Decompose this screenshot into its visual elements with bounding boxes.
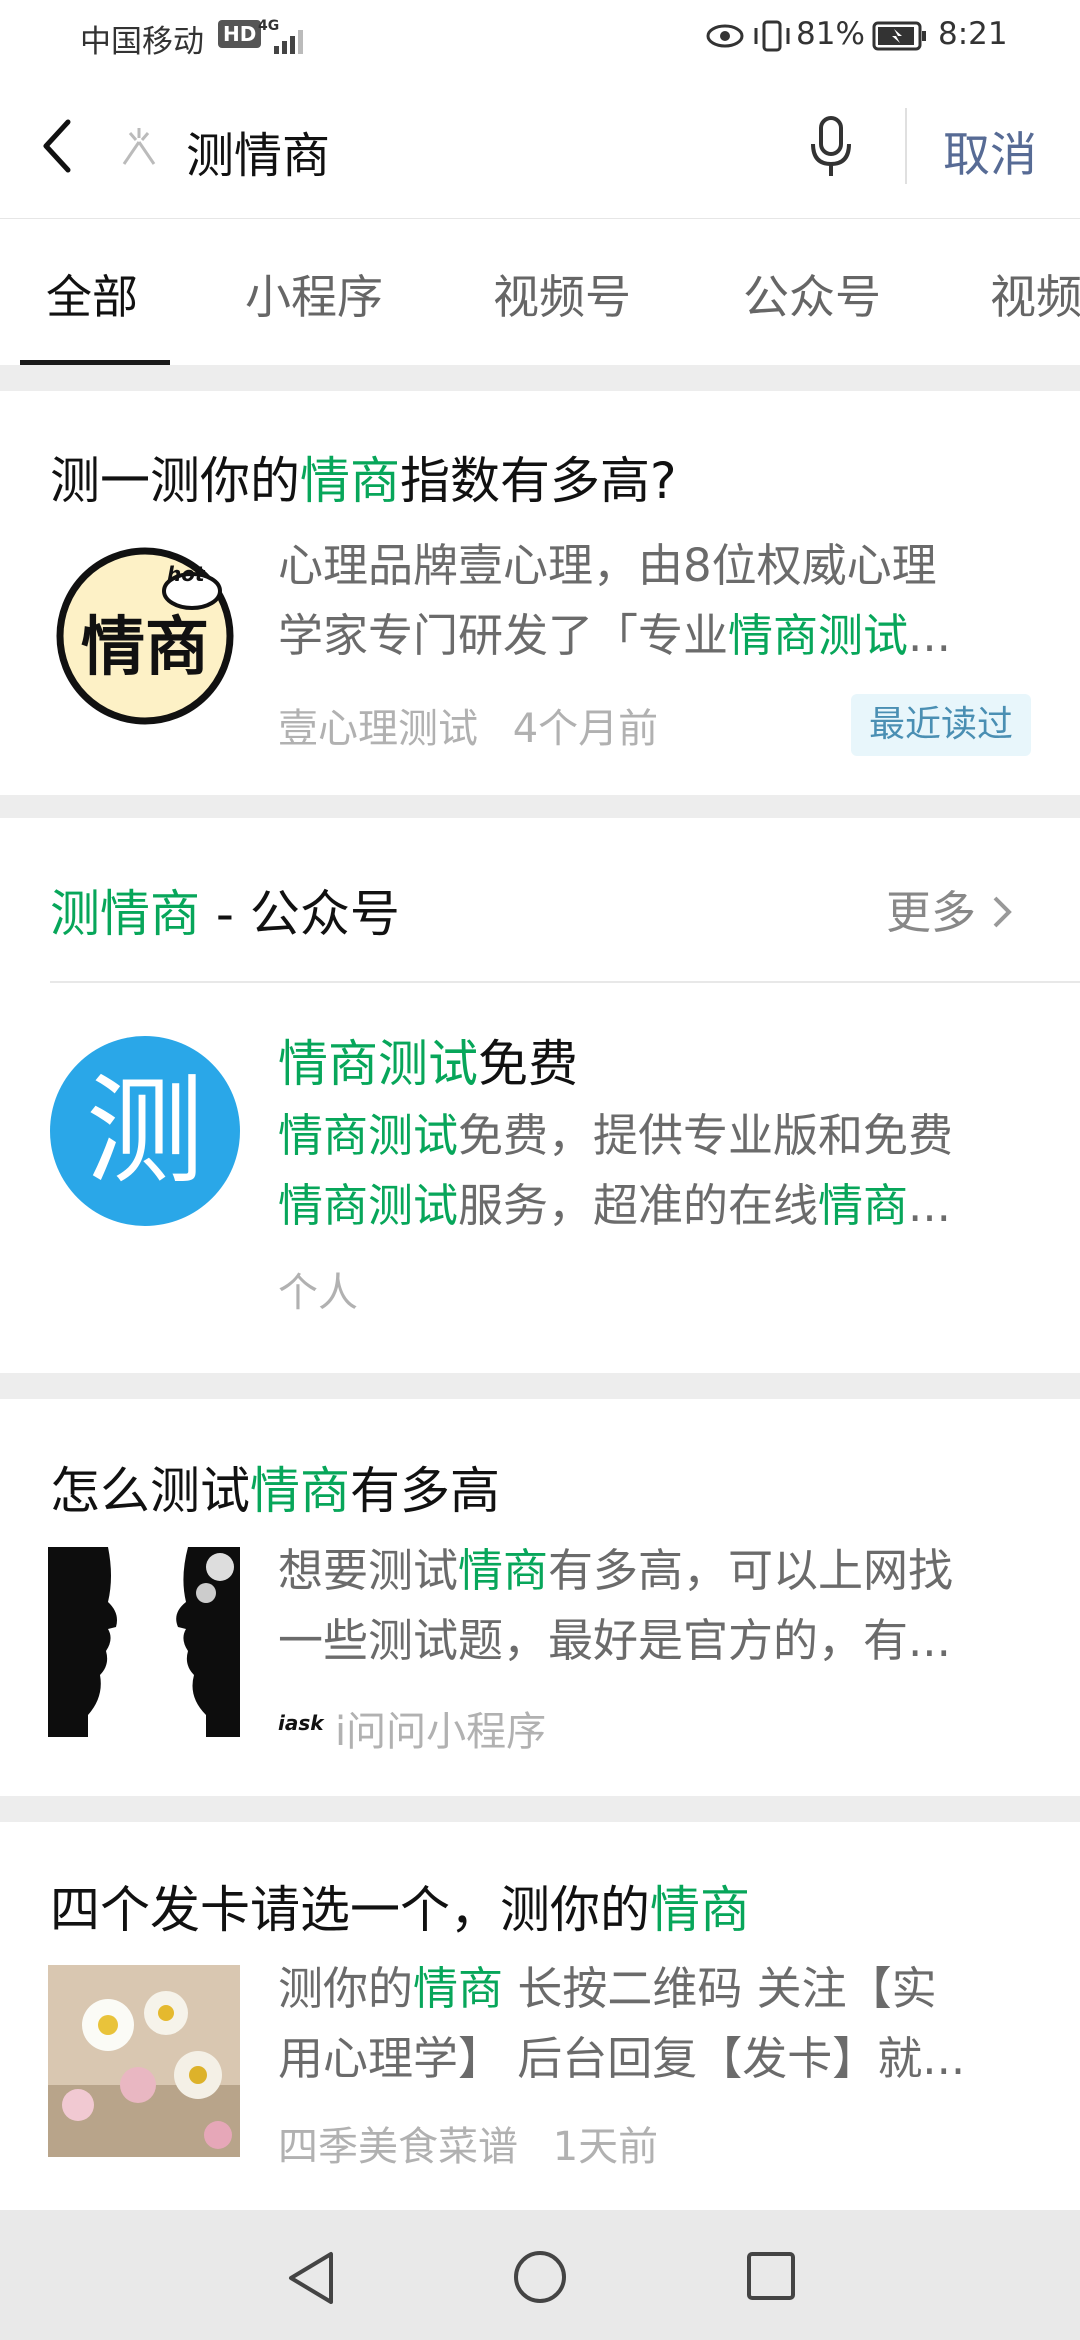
- signal-icon: [274, 30, 303, 54]
- search-sou-icon: [122, 128, 156, 165]
- article-meta: 四季美食菜谱 1天前: [278, 2114, 658, 2172]
- account-name: 情商测试免费: [278, 1035, 578, 1093]
- article-title: 测一测你的情商指数有多高?: [50, 452, 677, 510]
- account-desc-line2: 情商测试服务，超准的在线情商...: [278, 1179, 951, 1232]
- article-title: 四个发卡请选一个，测你的情商: [50, 1881, 750, 1939]
- divider: [50, 981, 1080, 983]
- account-desc-line1: 情商测试免费，提供专业版和免费: [278, 1109, 954, 1162]
- source-name: i问问小程序: [335, 1709, 547, 1755]
- account-type: 个人: [278, 1270, 358, 1316]
- article-meta: 壹心理测试 4个月前: [278, 696, 658, 754]
- chevron-right-icon: [993, 896, 1012, 928]
- nav-home-icon[interactable]: [511, 2248, 569, 2306]
- cancel-button[interactable]: 取消: [943, 116, 1037, 185]
- article-snippet-line1: 想要测试情商有多高，可以上网找: [278, 1544, 954, 1597]
- search-header: 测情商 取消: [0, 74, 1080, 218]
- source-name: 壹心理测试: [278, 706, 478, 752]
- carrier-name: 中国移动: [80, 24, 204, 60]
- thumbnail-text: 情商: [81, 611, 209, 685]
- search-input[interactable]: 测情商: [186, 116, 330, 186]
- microphone-icon[interactable]: [808, 114, 854, 180]
- hot-badge: hot: [167, 562, 205, 586]
- status-bar: 中国移动 HD 4G 81% 8:21: [0, 0, 1080, 74]
- tab-mini-programs[interactable]: 小程序: [245, 261, 383, 327]
- nav-recents-icon[interactable]: [745, 2250, 797, 2304]
- official-account-section: 测情商 - 公众号 更多 测 情商测试免费 情商测试免费，提供专业版和免费 情商…: [0, 818, 1080, 1373]
- article-result-2[interactable]: 怎么测试情商有多高 想要测试情商有多高，可以上网找 一些测试题，最好是官方的，有…: [0, 1399, 1080, 1796]
- article-snippet-line2: 学家专门研发了「专业情商测试...: [278, 609, 951, 662]
- battery-icon: [872, 21, 926, 51]
- tab-all[interactable]: 全部: [46, 261, 138, 327]
- nav-back-icon[interactable]: [283, 2248, 337, 2308]
- article-thumbnail: [48, 1547, 240, 1737]
- tab-channels[interactable]: 视频号: [493, 261, 631, 327]
- publish-time: 4个月前: [512, 706, 659, 752]
- article-title: 怎么测试情商有多高: [50, 1462, 500, 1520]
- publish-time: 1天前: [552, 2124, 659, 2170]
- recently-read-badge: 最近读过: [851, 694, 1031, 756]
- back-arrow-icon[interactable]: [38, 116, 78, 176]
- battery-percent: 81%: [796, 16, 865, 52]
- eye-icon: [706, 24, 744, 48]
- section-header: 测情商 - 公众号: [50, 885, 400, 943]
- tab-videos[interactable]: 视频: [990, 261, 1080, 327]
- article-result-3[interactable]: 四个发卡请选一个，测你的情商 测你的情商 长按二维码 关注【实 用心理学】 后台…: [0, 1822, 1080, 2210]
- source-name: 四季美食菜谱: [278, 2124, 518, 2170]
- filter-tabs: 全部 小程序 视频号 公众号 视频: [0, 218, 1080, 365]
- article-thumbnail: [48, 1965, 240, 2157]
- article-snippet-line1: 心理品牌壹心理，由8位权威心理: [278, 539, 937, 592]
- account-item[interactable]: 测 情商测试免费 情商测试免费，提供专业版和免费 情商测试服务，超准的在线情商.…: [0, 984, 1080, 1373]
- active-tab-indicator: [20, 360, 170, 365]
- divider: [905, 108, 907, 184]
- tab-official-accounts[interactable]: 公众号: [743, 261, 881, 327]
- vibrate-icon: [754, 20, 790, 52]
- clock: 8:21: [938, 16, 1008, 52]
- two-faces-silhouette-icon: [48, 1547, 240, 1737]
- article-result-1[interactable]: 测一测你的情商指数有多高? hot 情商 心理品牌壹心理，由8位权威心理 学家专…: [0, 391, 1080, 795]
- article-snippet-line1: 测你的情商 长按二维码 关注【实: [278, 1962, 937, 2015]
- iask-logo-icon: iask: [278, 1711, 324, 1735]
- flowers-photo-icon: [48, 1965, 240, 2157]
- more-button[interactable]: 更多: [886, 876, 1017, 941]
- article-snippet-line2: 用心理学】 后台回复【发卡】就...: [278, 2032, 966, 2085]
- system-nav-bar: [0, 2210, 1080, 2340]
- article-snippet-line2: 一些测试题，最好是官方的，有...: [278, 1614, 951, 1667]
- account-avatar: 测: [50, 1036, 240, 1226]
- hd-badge: HD: [218, 20, 262, 48]
- article-thumbnail: hot 情商: [55, 546, 235, 726]
